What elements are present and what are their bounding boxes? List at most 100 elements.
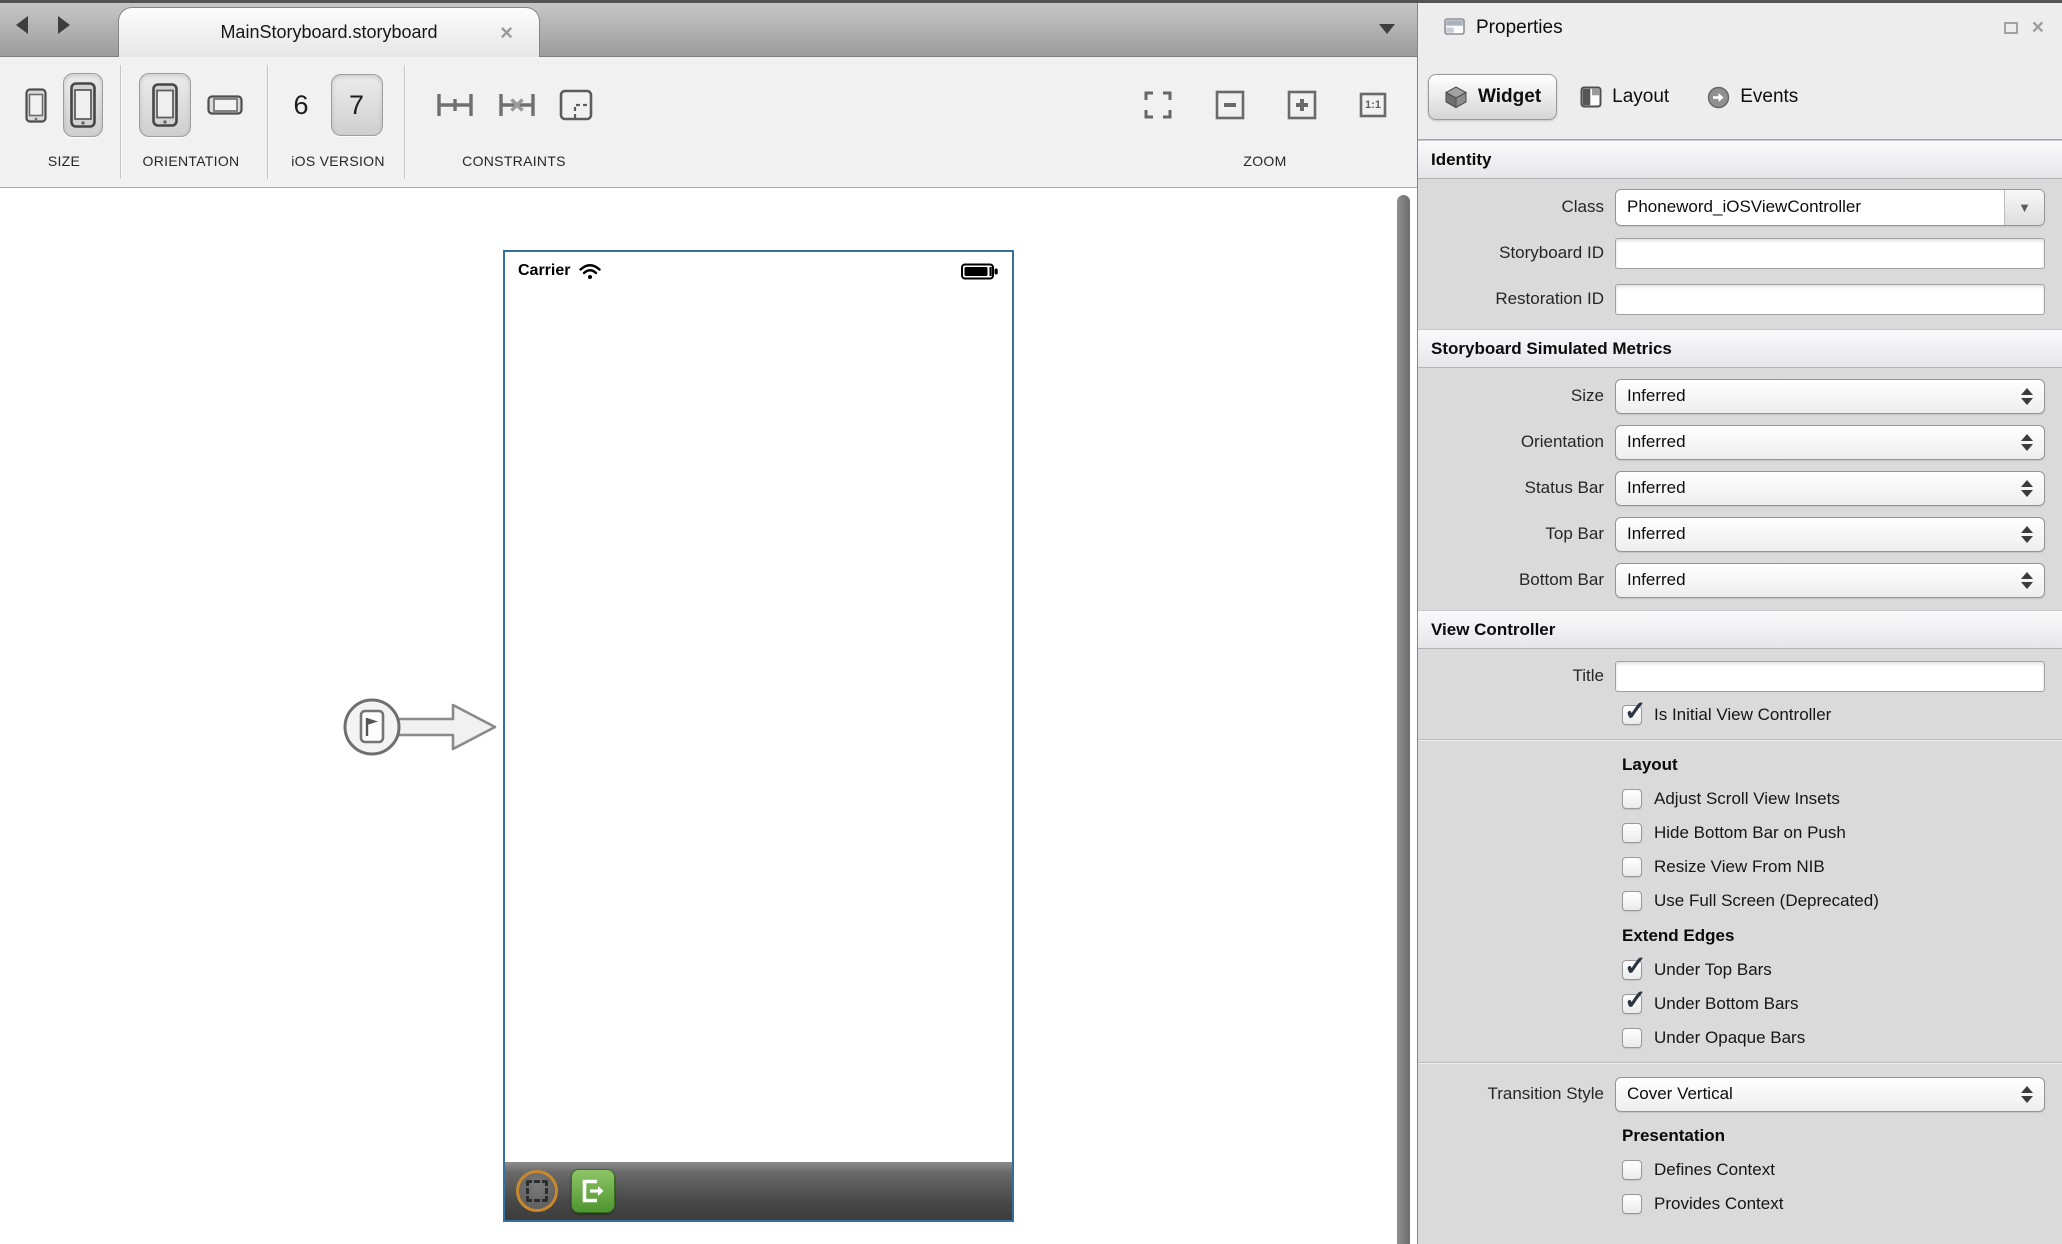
remove-constraint-icon[interactable] <box>497 91 537 119</box>
class-row: Class Phoneword_iOSViewController ▼ <box>1418 184 2062 230</box>
under-opaque-bars-row: Under Opaque Bars <box>1418 1021 2062 1055</box>
canvas-vertical-scrollbar[interactable] <box>1397 195 1410 1244</box>
tab-layout[interactable]: Layout <box>1565 76 1684 118</box>
toolbar-group-label: iOS VERSION <box>291 153 385 169</box>
hide-bottom-bar-on-push-checkbox[interactable] <box>1622 823 1642 843</box>
tab-mainstoryboard[interactable]: MainStoryboard.storyboard × <box>118 7 540 57</box>
transition-style-select[interactable]: Cover Vertical <box>1615 1077 2045 1112</box>
provides-context-row: Provides Context <box>1418 1187 2062 1221</box>
adjust-scroll-view-insets-checkbox[interactable] <box>1622 789 1642 809</box>
carrier-label: Carrier <box>518 262 570 280</box>
storyboard-canvas[interactable]: Carrier <box>0 188 1417 1244</box>
storyboard-id-row: Storyboard ID <box>1418 230 2062 276</box>
properties-pad-icon <box>1444 18 1465 38</box>
layout-panes-icon <box>1580 86 1602 108</box>
under-top-bars-row: Under Top Bars <box>1418 953 2062 987</box>
add-width-constraint-icon[interactable] <box>435 91 475 119</box>
events-arrow-icon <box>1707 86 1730 109</box>
portrait-phone-icon <box>152 83 178 127</box>
resize-view-from-nib-checkbox[interactable] <box>1622 857 1642 877</box>
stepper-arrows-icon <box>2021 1086 2033 1103</box>
transition-style-label: Transition Style <box>1418 1084 1615 1104</box>
section-header-metrics: Storyboard Simulated Metrics <box>1418 329 2062 368</box>
toolbar-group-label: CONSTRAINTS <box>462 153 566 169</box>
frame-constraint-icon[interactable] <box>559 89 593 121</box>
zoom-out-icon[interactable] <box>1215 90 1245 120</box>
orientation-row: Orientation Inferred <box>1418 419 2062 465</box>
storyboard-id-field[interactable] <box>1615 238 2045 269</box>
iphone-view-controller[interactable]: Carrier <box>503 250 1014 1222</box>
actual-size-icon[interactable]: 1:1 <box>1359 92 1387 118</box>
initial-view-controller-row: Is Initial View Controller <box>1418 698 2062 732</box>
title-field[interactable] <box>1615 661 2045 692</box>
restoration-id-field[interactable] <box>1615 284 2045 315</box>
bottom-bar-row: Bottom Bar Inferred <box>1418 557 2062 603</box>
layout-subheading: Layout <box>1418 747 2062 782</box>
tab-close-icon[interactable]: × <box>500 22 513 44</box>
toolbar-group-label: ORIENTATION <box>143 153 240 169</box>
toolbar-separator <box>404 65 405 179</box>
initial-view-controller-checkbox[interactable] <box>1622 705 1642 725</box>
zoom-in-icon[interactable] <box>1287 90 1317 120</box>
adjust-scroll-view-insets-row: Adjust Scroll View Insets <box>1418 782 2062 816</box>
bottom-bar-select[interactable]: Inferred <box>1615 563 2045 598</box>
window-top-edge <box>0 0 2062 3</box>
navigate-back-button[interactable] <box>16 16 28 34</box>
iphone-large-button-selected[interactable] <box>63 73 103 137</box>
panel-dock-icon[interactable] <box>2004 22 2018 34</box>
provides-context-checkbox[interactable] <box>1622 1194 1642 1214</box>
ios-version-6-button[interactable]: 6 <box>293 90 308 121</box>
view-controller-dock-bar <box>505 1162 1012 1220</box>
under-bottom-bars-checkbox[interactable] <box>1622 994 1642 1014</box>
scrollbar-thumb[interactable] <box>1397 195 1410 1244</box>
size-row: Size Inferred <box>1418 373 2062 419</box>
panel-title: Properties <box>1476 17 1563 39</box>
initial-view-controller-arrow[interactable] <box>336 668 506 786</box>
toolbar-group-orientation: ORIENTATION <box>128 57 254 187</box>
orientation-select[interactable]: Inferred <box>1615 425 2045 460</box>
status-bar-select[interactable]: Inferred <box>1615 471 2045 506</box>
navigate-forward-button[interactable] <box>58 16 70 34</box>
section-header-identity: Identity <box>1418 140 2062 179</box>
tab-events[interactable]: Events <box>1692 76 1813 119</box>
top-bar-select[interactable]: Inferred <box>1615 517 2045 552</box>
title-row: Title <box>1418 654 2062 698</box>
defines-context-row: Defines Context <box>1418 1153 2062 1187</box>
combobox-dropdown-icon[interactable]: ▼ <box>2004 190 2044 225</box>
ios-version-7-button-selected[interactable]: 7 <box>331 74 383 136</box>
resize-view-from-nib-row: Resize View From NIB <box>1418 850 2062 884</box>
properties-tab-strip: Widget Layout Events <box>1418 55 2062 139</box>
portrait-orientation-button-selected[interactable] <box>139 73 191 137</box>
defines-context-checkbox[interactable] <box>1622 1160 1642 1180</box>
document-tab-bar: MainStoryboard.storyboard × <box>0 0 1417 57</box>
under-top-bars-checkbox[interactable] <box>1622 960 1642 980</box>
stepper-arrows-icon <box>2021 388 2033 405</box>
fit-to-window-icon[interactable] <box>1143 90 1173 120</box>
restoration-id-row: Restoration ID <box>1418 276 2062 322</box>
iphone-small-icon[interactable] <box>25 88 47 123</box>
exit-segue-icon[interactable] <box>571 1169 615 1213</box>
stepper-arrows-icon <box>2021 434 2033 451</box>
size-select[interactable]: Inferred <box>1615 379 2045 414</box>
view-controller-badge-icon[interactable] <box>516 1170 558 1212</box>
tab-widget[interactable]: Widget <box>1428 74 1557 120</box>
section-header-view-controller: View Controller <box>1418 610 2062 649</box>
group-separator <box>1418 1062 2062 1063</box>
stepper-arrows-icon <box>2021 526 2033 543</box>
toolbar-group-ios-version: 6 7 iOS VERSION <box>277 57 399 187</box>
transition-style-row: Transition Style Cover Vertical <box>1418 1070 2062 1118</box>
storyboard-designer-window: MainStoryboard.storyboard × <box>0 0 2062 1244</box>
toolbar-separator <box>267 65 268 179</box>
toolbar-group-label: ZOOM <box>1243 153 1286 169</box>
class-combobox[interactable]: Phoneword_iOSViewController ▼ <box>1615 189 2045 226</box>
use-full-screen-checkbox[interactable] <box>1622 891 1642 911</box>
toolbar-group-label: SIZE <box>48 153 80 169</box>
landscape-phone-icon[interactable] <box>207 95 243 115</box>
under-opaque-bars-checkbox[interactable] <box>1622 1028 1642 1048</box>
toolbar-group-size: SIZE <box>12 57 116 187</box>
tab-overflow-caret-icon[interactable] <box>1379 24 1395 34</box>
toolbar-group-zoom: 1:1 ZOOM <box>1120 57 1410 187</box>
title-label: Title <box>1418 666 1615 686</box>
panel-close-icon[interactable]: × <box>2032 17 2044 38</box>
stepper-arrows-icon <box>2021 480 2033 497</box>
